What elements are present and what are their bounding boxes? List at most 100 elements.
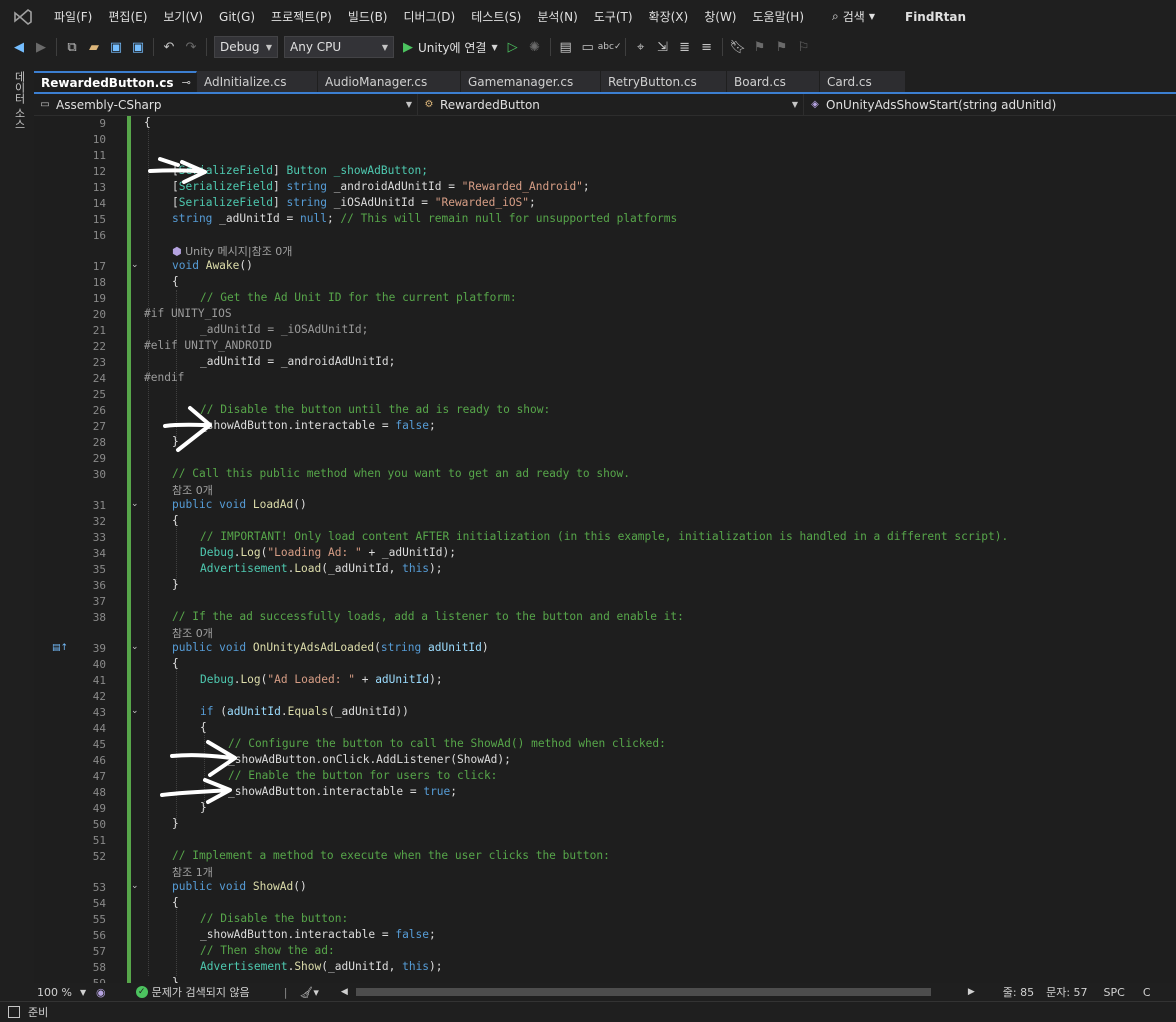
fold-toggle-icon[interactable]: ⌄ <box>131 260 139 270</box>
line-number: 53 <box>92 881 106 894</box>
scrollbar-thumb[interactable] <box>355 988 931 996</box>
line-number: 44 <box>92 722 106 735</box>
line-indicator[interactable]: 줄: 85 <box>1003 984 1034 1000</box>
platform-value: Any CPU <box>290 40 342 54</box>
line-number: 16 <box>92 229 106 242</box>
tab-gamemanager[interactable]: Gamemanager.cs <box>461 71 601 92</box>
line-number: 11 <box>92 149 106 162</box>
menu-file[interactable]: 파일(F) <box>46 8 100 25</box>
next-bookmark-icon[interactable]: ⚑ <box>771 36 793 58</box>
line-ending-indicator[interactable]: C <box>1143 986 1151 999</box>
zoom-select[interactable]: 100 % ▼ <box>34 986 94 999</box>
scroll-left-icon[interactable]: ◀ <box>341 987 348 997</box>
code-line-53: public void ShowAd() <box>172 880 307 893</box>
line-number: 32 <box>92 515 106 528</box>
hot-reload-icon[interactable]: ✺ <box>524 36 546 58</box>
char-indicator[interactable]: 문자: 57 <box>1046 984 1087 1000</box>
menu-test[interactable]: 테스트(S) <box>463 8 529 25</box>
code-line-34: Debug.Log("Loading Ad: " + _adUnitId); <box>200 546 456 559</box>
app-status-bar: 준비 <box>0 1001 1176 1022</box>
menu-debug[interactable]: 디버그(D) <box>396 8 464 25</box>
start-without-debugging-icon[interactable]: ▷ <box>502 36 524 58</box>
codelens-onloaded[interactable]: 참조 0개 <box>172 625 213 641</box>
code-line-15: string _adUnitId = null; // This will re… <box>172 212 678 225</box>
save-icon[interactable]: ▣ <box>105 36 127 58</box>
indent-guide <box>176 522 177 586</box>
whitespace-indicator[interactable]: SPC <box>1104 986 1125 999</box>
code-line-14: [SerializeField] string _iOSAdUnitId = "… <box>172 196 536 209</box>
solution-explorer-icon[interactable]: ▤ <box>555 36 577 58</box>
pin-icon[interactable]: ⊸ <box>182 76 191 89</box>
menu-view[interactable]: 보기(V) <box>155 8 211 25</box>
line-number: 31 <box>92 499 106 512</box>
spellcheck-icon[interactable]: abc✓ <box>598 36 622 58</box>
line-number: 40 <box>92 658 106 671</box>
line-number: 34 <box>92 547 106 560</box>
toolbar-separator <box>624 38 626 56</box>
menu-help[interactable]: 도움말(H) <box>745 8 813 25</box>
code-cleanup-icon[interactable]: 🧹︎▾ <box>299 986 319 999</box>
platform-select[interactable]: Any CPU ▼ <box>284 36 394 58</box>
project-dropdown[interactable]: ▭ Assembly-CSharp ▼ <box>34 94 418 115</box>
menu-window[interactable]: 창(W) <box>696 8 744 25</box>
configuration-select[interactable]: Debug ▼ <box>214 36 278 58</box>
tab-retrybutton[interactable]: RetryButton.cs <box>601 71 727 92</box>
chevron-down-icon: ▼ <box>381 42 388 52</box>
forward-icon[interactable]: ▶ <box>30 36 52 58</box>
data-sources-tab[interactable]: 데이터 소스 <box>9 71 27 130</box>
toggle-cursor-icon[interactable]: ⌖ <box>630 36 652 58</box>
code-line-48: _showAdButton.interactable = true; <box>228 785 458 798</box>
open-folder-icon[interactable]: ▰ <box>83 36 105 58</box>
fold-toggle-icon[interactable]: ⌄ <box>131 706 139 716</box>
attach-unity-button[interactable]: ▶ Unity에 연결 ▼ <box>403 39 498 56</box>
code-line-38: // If the ad successfully loads, add a l… <box>172 610 684 623</box>
clear-bookmarks-icon[interactable]: ⚐ <box>793 36 815 58</box>
search-button[interactable]: ⌕ 검색 ▼ <box>822 8 885 25</box>
back-icon[interactable]: ◀ <box>8 36 30 58</box>
menu-analyze[interactable]: 분석(N) <box>529 8 585 25</box>
outdent-icon[interactable]: ≡ <box>696 36 718 58</box>
toolbar-separator <box>153 38 154 56</box>
save-all-icon[interactable]: ▣ <box>127 36 149 58</box>
undo-icon[interactable]: ↶ <box>158 36 180 58</box>
fold-toggle-icon[interactable]: ⌄ <box>131 499 139 509</box>
unity-icon: ⬢ <box>172 245 186 258</box>
scroll-right-icon[interactable]: ▶ <box>968 987 975 997</box>
code-line-54: { <box>172 896 179 909</box>
tab-rewardedbutton[interactable]: RewardedButton.cs ⊸ ✕ <box>34 71 209 92</box>
bookmark-icon[interactable]: 🔖︎ <box>727 36 749 58</box>
redo-icon[interactable]: ↷ <box>180 36 202 58</box>
tab-card[interactable]: Card.cs <box>820 71 906 92</box>
codelens-loadad[interactable]: 참조 0개 <box>172 482 213 498</box>
menu-git[interactable]: Git(G) <box>211 10 263 24</box>
copilot-icon[interactable]: ◉ <box>96 986 106 999</box>
code-line-35: Advertisement.Load(_adUnitId, this); <box>200 562 443 575</box>
fold-toggle-icon[interactable]: ⌄ <box>131 642 139 652</box>
indent-icon[interactable]: ≣ <box>674 36 696 58</box>
menu-extensions[interactable]: 확장(X) <box>641 8 697 25</box>
code-line-58: Advertisement.Show(_adUnitId, this); <box>200 960 443 973</box>
go-to-icon[interactable]: ⇲ <box>652 36 674 58</box>
menu-edit[interactable]: 편집(E) <box>100 8 155 25</box>
menu-tools[interactable]: 도구(T) <box>586 8 641 25</box>
check-circle-icon: ✓ <box>135 986 148 998</box>
tab-board[interactable]: Board.cs <box>727 71 820 92</box>
window-layout-icon[interactable]: ▭ <box>577 36 599 58</box>
menu-build[interactable]: 빌드(B) <box>340 8 396 25</box>
code-editor[interactable]: 9 10 11 12 13 14 15 16 17 18 19 20 21 22 23 24 25 26 27 28 2… <box>34 116 1176 983</box>
fold-toggle-icon[interactable]: ⌄ <box>131 881 139 891</box>
implements-interface-icon[interactable]: ▤↑ <box>52 643 68 653</box>
tab-audiomanager[interactable]: AudioManager.cs <box>318 71 461 92</box>
visual-studio-logo-icon[interactable] <box>8 0 38 33</box>
previous-bookmark-icon[interactable]: ⚑ <box>749 36 771 58</box>
member-dropdown[interactable]: ◈ OnUnityAdsShowStart(string adUnitId) <box>804 94 1176 115</box>
menu-project[interactable]: 프로젝트(P) <box>263 8 340 25</box>
codelens-showad[interactable]: 참조 1개 <box>172 864 213 880</box>
issues-status[interactable]: 문제가 검색되지 않음 <box>152 984 250 1000</box>
new-project-icon[interactable]: ⧉ <box>61 36 83 58</box>
codelens-awake[interactable]: ⬢ Unity 메시지|참조 0개 <box>172 243 292 259</box>
class-dropdown[interactable]: ⚙ RewardedButton ▼ <box>418 94 804 115</box>
line-number: 28 <box>92 436 106 449</box>
tab-adinitialize[interactable]: AdInitialize.cs <box>197 71 318 92</box>
horizontal-scrollbar[interactable] <box>348 983 968 1001</box>
